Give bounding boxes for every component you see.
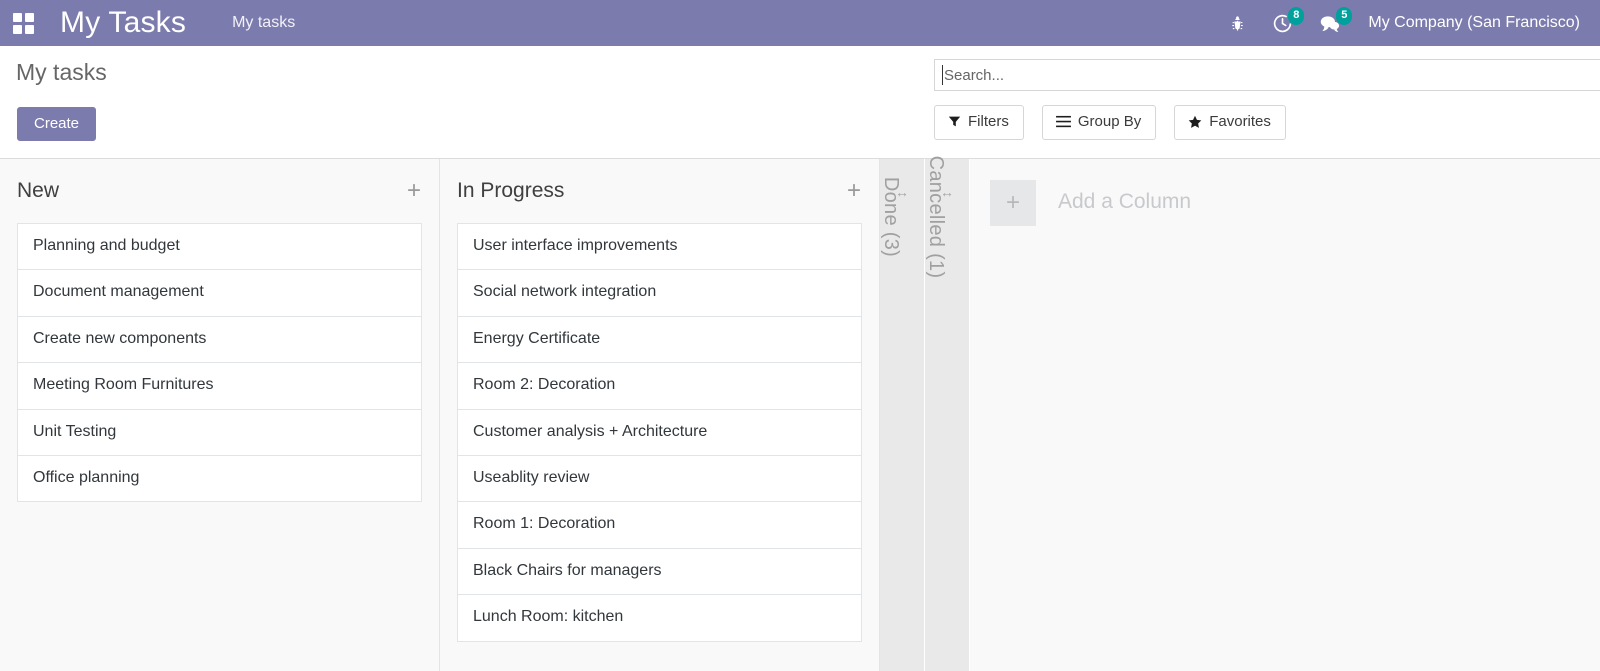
add-column-area: + Add a Column [970,159,1600,671]
task-card[interactable]: Create new components [17,315,422,364]
topbar-right-group: 8 5 My Company (San Francisco) [1216,0,1586,46]
add-card-plus-icon[interactable]: + [845,179,863,203]
task-card[interactable]: Unit Testing [17,408,422,456]
activities-badge: 8 [1288,7,1305,25]
page-title: My tasks [16,59,107,85]
task-card[interactable]: Room 2: Decoration [457,362,862,410]
task-card[interactable]: Planning and budget [17,223,422,271]
favorites-button[interactable]: Favorites [1174,105,1286,140]
app-brand-title: My Tasks [60,6,187,39]
user-company-menu[interactable]: My Company (San Francisco) [1354,14,1586,32]
search-text-caret [942,65,943,85]
breadcrumb[interactable]: My tasks [232,14,295,32]
filters-label: Filters [968,113,1009,130]
funnel-icon [948,115,961,128]
search-options-row: Filters Group By Favorites [934,105,1286,140]
kanban-column-cards: Planning and budget Document management … [0,223,439,671]
add-card-plus-icon[interactable]: + [405,179,423,203]
task-card[interactable]: User interface improvements [457,223,862,271]
search-area [934,59,1600,91]
bug-icon [1229,15,1246,32]
star-icon [1188,115,1202,129]
create-button[interactable]: Create [17,107,97,141]
task-card[interactable]: Lunch Room: kitchen [457,594,862,642]
kanban-column-title: In Progress [457,179,565,202]
kanban-column-header: New + [0,159,439,223]
search-input[interactable] [934,59,1600,91]
apps-menu-button[interactable] [0,0,46,46]
task-card[interactable]: Office planning [17,454,422,503]
kanban-column-done-collapsed[interactable]: ↔ Done (3) [880,159,925,671]
apps-grid-icon [12,12,34,34]
kanban-column-cards: User interface improvements Social netwo… [440,223,879,671]
kanban-column-in-progress: In Progress + User interface improvement… [440,159,880,671]
task-card[interactable]: Room 1: Decoration [457,501,862,549]
task-card[interactable]: Meeting Room Furnitures [17,362,422,410]
hamburger-icon [1055,115,1071,128]
task-card[interactable]: Social network integration [457,269,862,317]
group-by-label: Group By [1077,113,1142,130]
favorites-label: Favorites [1209,113,1271,130]
kanban-column-header: In Progress + [440,159,879,223]
add-column-plus-icon[interactable]: + [990,180,1036,226]
top-navbar: My Tasks My tasks 8 5 My Company (San Fr… [0,0,1600,46]
task-card[interactable]: Document management [17,269,422,317]
task-card[interactable]: Energy Certificate [457,315,862,364]
kanban-collapsed-title: Done (3) [880,176,902,258]
add-column-label[interactable]: Add a Column [1058,190,1191,214]
kanban-column-new: New + Planning and budget Document manag… [0,159,440,671]
activities-button[interactable]: 8 [1259,0,1306,46]
kanban-column-title: New [17,179,60,202]
group-by-button[interactable]: Group By [1041,105,1157,140]
messages-button[interactable]: 5 [1306,0,1354,46]
control-panel: My tasks Create Filters Group By [0,46,1600,159]
task-card[interactable]: Customer analysis + Architecture [457,408,862,456]
task-card[interactable]: Useablity review [457,454,862,503]
kanban-collapsed-title: Cancelled (1) [925,155,947,279]
kanban-column-cancelled-collapsed[interactable]: ↔ Cancelled (1) [925,155,970,671]
kanban-board: New + Planning and budget Document manag… [0,155,1600,671]
task-card[interactable]: Black Chairs for managers [457,547,862,596]
filters-button[interactable]: Filters [934,105,1024,140]
messages-badge: 5 [1336,7,1353,25]
debug-button[interactable] [1216,0,1259,46]
